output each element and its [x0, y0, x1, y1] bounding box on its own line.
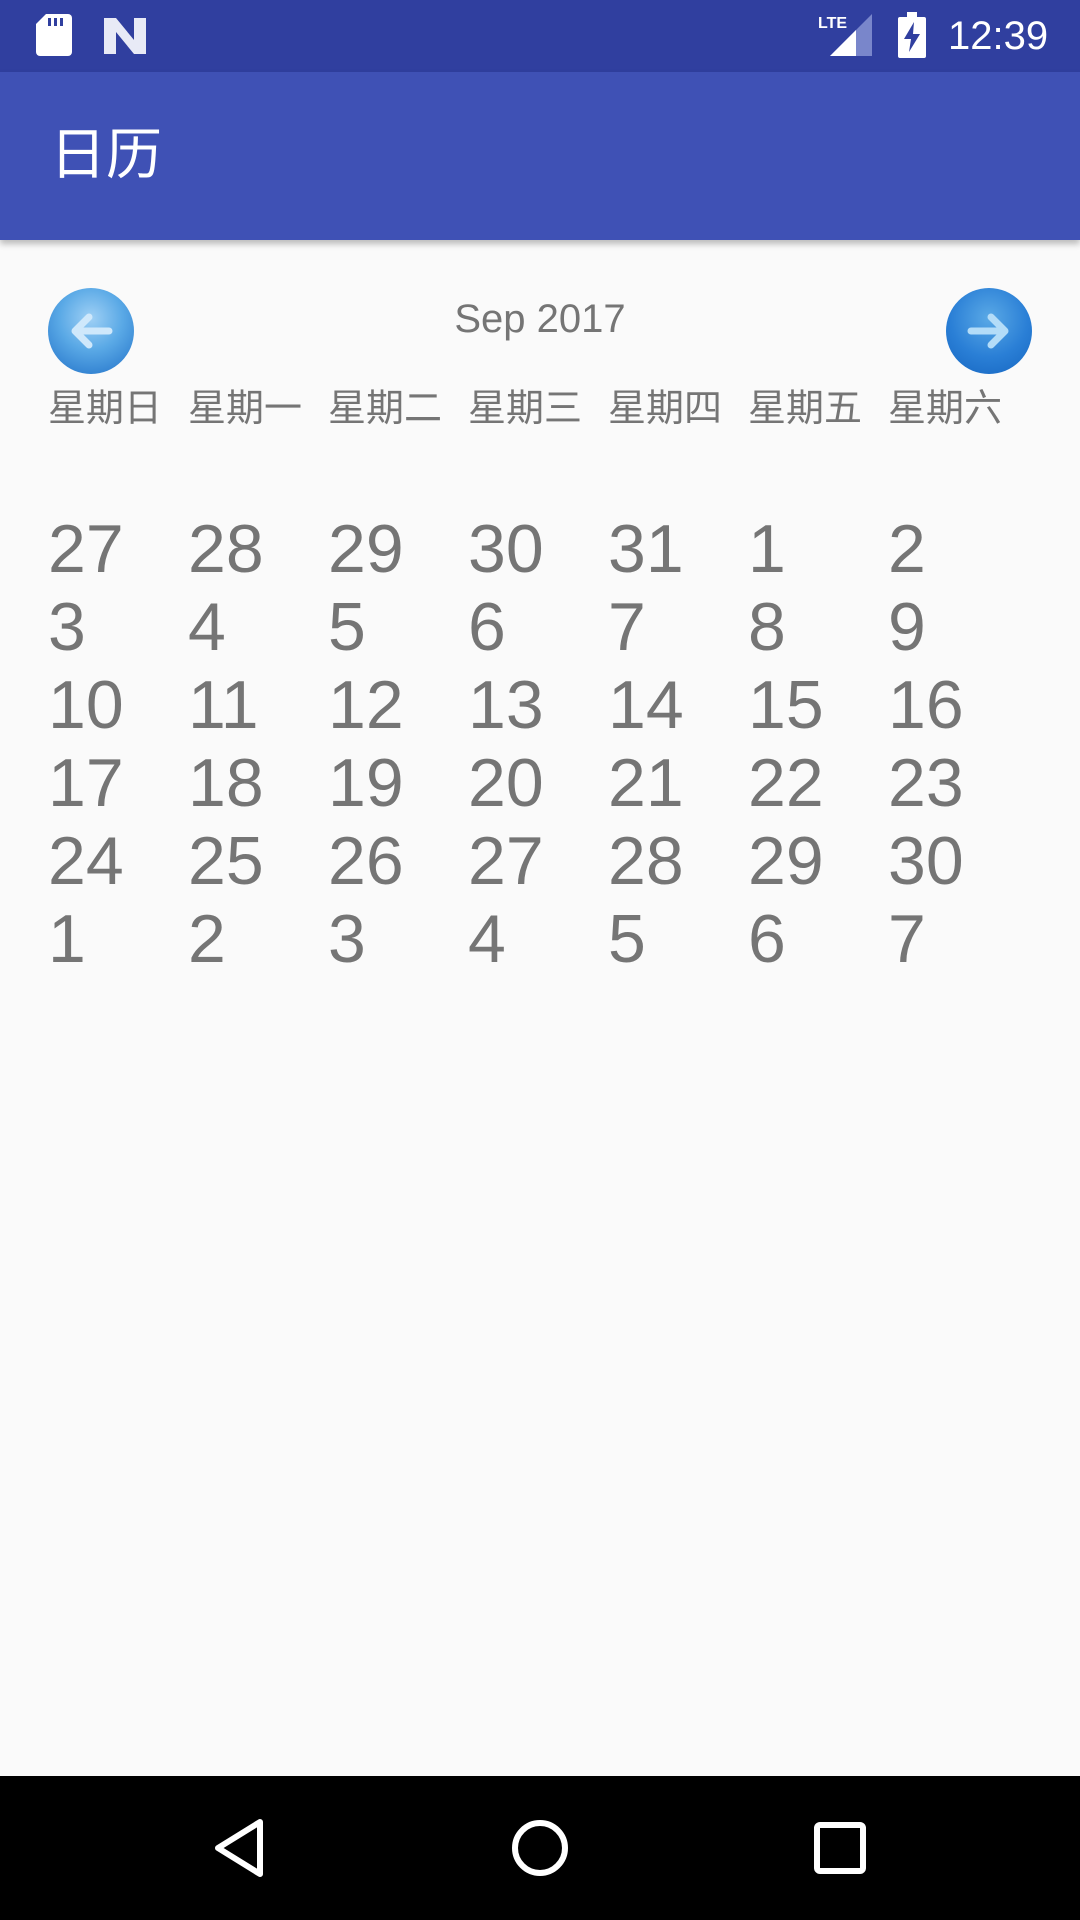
day-cell[interactable]: 7 [888, 900, 1028, 978]
lte-signal-icon: LTE [818, 14, 872, 56]
arrow-left-icon [71, 313, 113, 349]
status-bar: LTE 12:39 [0, 0, 1080, 72]
day-cell[interactable]: 10 [48, 666, 188, 744]
day-cell[interactable]: 6 [468, 588, 608, 666]
day-cell[interactable]: 31 [608, 510, 748, 588]
next-month-button[interactable] [946, 288, 1032, 374]
day-cell[interactable]: 27 [48, 510, 188, 588]
day-cell[interactable]: 3 [48, 588, 188, 666]
day-cell[interactable]: 4 [468, 900, 608, 978]
weekday-tuesday: 星期二 [328, 386, 443, 430]
day-cell[interactable]: 18 [188, 744, 328, 822]
day-cell[interactable]: 29 [328, 510, 468, 588]
day-cell[interactable]: 5 [608, 900, 748, 978]
battery-charging-icon [898, 12, 926, 58]
weekday-saturday: 星期六 [888, 386, 1003, 430]
day-cell[interactable]: 3 [328, 900, 468, 978]
day-cell[interactable]: 2 [188, 900, 328, 978]
day-cell[interactable]: 1 [748, 510, 888, 588]
day-cell[interactable]: 28 [608, 822, 748, 900]
weekday-header: 星期日 星期一 星期二 星期三 星期四 星期五 星期六 [48, 380, 1048, 440]
day-cell[interactable]: 6 [748, 900, 888, 978]
day-cell[interactable]: 14 [608, 666, 748, 744]
day-cell[interactable]: 22 [748, 744, 888, 822]
day-cell[interactable]: 1 [48, 900, 188, 978]
day-cell[interactable]: 2 [888, 510, 1028, 588]
app-bar: 日历 [0, 72, 1080, 240]
day-cell[interactable]: 15 [748, 666, 888, 744]
home-icon[interactable] [504, 1812, 576, 1884]
day-cell[interactable]: 5 [328, 588, 468, 666]
day-cell[interactable]: 20 [468, 744, 608, 822]
day-cell[interactable]: 16 [888, 666, 1028, 744]
day-cell[interactable]: 23 [888, 744, 1028, 822]
day-cell[interactable]: 17 [48, 744, 188, 822]
day-cell[interactable]: 19 [328, 744, 468, 822]
weekday-monday: 星期一 [188, 386, 303, 430]
month-label: Sep 2017 [454, 297, 626, 341]
day-cell[interactable]: 30 [888, 822, 1028, 900]
weekday-thursday: 星期四 [608, 386, 723, 430]
previous-month-button[interactable] [48, 288, 134, 374]
network-label: LTE [818, 15, 847, 32]
day-cell[interactable]: 24 [48, 822, 188, 900]
day-cell[interactable]: 26 [328, 822, 468, 900]
day-cell[interactable]: 7 [608, 588, 748, 666]
arrow-right-icon [967, 313, 1009, 349]
back-icon[interactable] [204, 1812, 276, 1884]
day-cell[interactable]: 8 [748, 588, 888, 666]
sd-card-icon [36, 14, 72, 56]
day-cell[interactable]: 29 [748, 822, 888, 900]
day-cell[interactable]: 21 [608, 744, 748, 822]
day-cell[interactable]: 27 [468, 822, 608, 900]
day-cell[interactable]: 11 [188, 666, 328, 744]
navigation-bar [0, 1776, 1080, 1920]
day-cell[interactable]: 13 [468, 666, 608, 744]
weekday-friday: 星期五 [748, 386, 863, 430]
weekday-wednesday: 星期三 [468, 386, 583, 430]
n-notification-icon [104, 18, 146, 54]
day-cell[interactable]: 4 [188, 588, 328, 666]
recents-icon[interactable] [804, 1812, 876, 1884]
calendar-header: Sep 2017 [48, 288, 1032, 378]
status-clock: 12:39 [948, 14, 1049, 58]
day-cell[interactable]: 30 [468, 510, 608, 588]
day-cell[interactable]: 9 [888, 588, 1028, 666]
day-cell[interactable]: 28 [188, 510, 328, 588]
page-title: 日历 [50, 123, 162, 188]
day-cell[interactable]: 12 [328, 666, 468, 744]
weekday-sunday: 星期日 [48, 386, 163, 430]
day-cell[interactable]: 25 [188, 822, 328, 900]
